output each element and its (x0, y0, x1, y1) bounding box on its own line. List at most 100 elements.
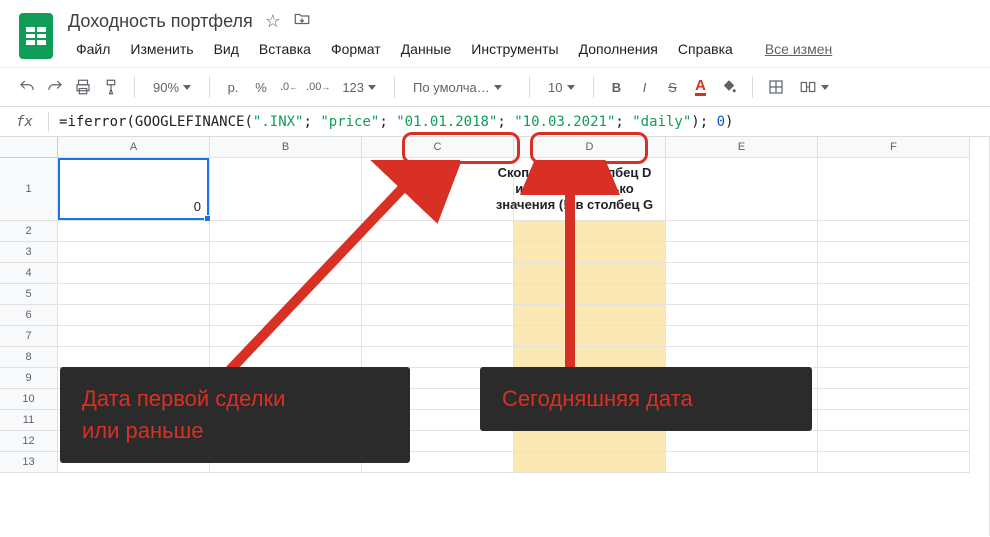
col-header-c[interactable]: C (362, 137, 514, 158)
select-all-corner[interactable] (0, 137, 58, 158)
increase-decimal-button[interactable]: .00→ (306, 74, 330, 100)
cell[interactable] (818, 452, 970, 473)
row-header-7[interactable]: 7 (0, 326, 58, 347)
row-header-8[interactable]: 8 (0, 347, 58, 368)
menu-file[interactable]: Файл (68, 37, 118, 61)
cell[interactable] (666, 263, 818, 284)
cell[interactable] (818, 368, 970, 389)
formula-input[interactable]: =iferror(GOOGLEFINANCE(".INX"; "price"; … (59, 114, 974, 130)
menu-tools[interactable]: Инструменты (463, 37, 566, 61)
cell[interactable] (514, 431, 666, 452)
font-name: По умолча… (413, 80, 490, 95)
chevron-down-icon (368, 85, 376, 90)
chevron-down-icon (183, 85, 191, 90)
paint-format-button[interactable] (100, 74, 122, 100)
star-icon[interactable]: ☆ (265, 11, 281, 32)
cell[interactable] (818, 410, 970, 431)
cell[interactable] (666, 284, 818, 305)
redo-button[interactable] (44, 74, 66, 100)
col-header-b[interactable]: B (210, 137, 362, 158)
spreadsheet-grid[interactable]: A B C D E F 1 2 3 4 5 6 7 8 9 10 11 12 1… (0, 137, 990, 536)
row-header-13[interactable]: 13 (0, 452, 58, 473)
cell-e1[interactable] (666, 158, 818, 221)
font-dropdown[interactable]: По умолча… (407, 80, 517, 95)
cell[interactable] (818, 389, 970, 410)
number-format-dropdown[interactable]: 123 (336, 80, 382, 95)
row-header-3[interactable]: 3 (0, 242, 58, 263)
cell[interactable] (58, 242, 210, 263)
menu-data[interactable]: Данные (393, 37, 460, 61)
col-header-e[interactable]: E (666, 137, 818, 158)
document-title[interactable]: Доходность портфеля (68, 11, 253, 32)
cell[interactable] (818, 263, 970, 284)
text-color-button[interactable]: A (690, 74, 712, 100)
cell[interactable] (818, 347, 970, 368)
fill-color-button[interactable] (718, 74, 740, 100)
all-changes-link[interactable]: Все измен (757, 37, 840, 61)
cell[interactable] (666, 326, 818, 347)
col-header-f[interactable]: F (818, 137, 970, 158)
menu-insert[interactable]: Вставка (251, 37, 319, 61)
cell[interactable] (818, 431, 970, 452)
currency-button[interactable]: р. (222, 74, 244, 100)
cell[interactable] (58, 347, 210, 368)
annotation-callout: Дата первой сделки или раньше (60, 367, 410, 463)
cell[interactable] (58, 305, 210, 326)
menu-help[interactable]: Справка (670, 37, 741, 61)
chevron-down-icon (494, 85, 502, 90)
cell[interactable] (818, 284, 970, 305)
cell[interactable] (818, 221, 970, 242)
annotation-callout: Сегодняшняя дата (480, 367, 812, 431)
cell[interactable] (666, 431, 818, 452)
cell[interactable] (58, 284, 210, 305)
cell-a1[interactable]: 0 (58, 158, 210, 221)
cell[interactable] (666, 221, 818, 242)
menu-edit[interactable]: Изменить (122, 37, 201, 61)
font-size-dropdown[interactable]: 10 (542, 80, 580, 95)
annotation-arrow (200, 160, 460, 390)
zoom-dropdown[interactable]: 90% (147, 80, 197, 95)
cell[interactable] (818, 305, 970, 326)
decrease-decimal-button[interactable]: .0← (278, 74, 300, 100)
menu-format[interactable]: Формат (323, 37, 389, 61)
toolbar: 90% р. % .0← .00→ 123 По умолча… 10 B I … (0, 67, 990, 107)
row-header-6[interactable]: 6 (0, 305, 58, 326)
percent-button[interactable]: % (250, 74, 272, 100)
cell[interactable] (666, 242, 818, 263)
row-header-11[interactable]: 11 (0, 410, 58, 431)
cell[interactable] (58, 221, 210, 242)
cell[interactable] (666, 452, 818, 473)
row-header-4[interactable]: 4 (0, 263, 58, 284)
cell[interactable] (58, 326, 210, 347)
row-header-1[interactable]: 1 (0, 158, 58, 221)
cell[interactable] (666, 305, 818, 326)
annotation-arrow (520, 160, 660, 390)
cell[interactable] (58, 263, 210, 284)
row-header-2[interactable]: 2 (0, 221, 58, 242)
app-header: Доходность портфеля ☆ Файл Изменить Вид … (0, 0, 990, 67)
col-header-a[interactable]: A (58, 137, 210, 158)
cell[interactable] (666, 347, 818, 368)
cell-f1[interactable] (818, 158, 970, 221)
cell[interactable] (514, 452, 666, 473)
italic-button[interactable]: I (634, 74, 656, 100)
menu-addons[interactable]: Дополнения (571, 37, 666, 61)
menu-view[interactable]: Вид (206, 37, 247, 61)
fx-label: fx (16, 114, 48, 130)
borders-button[interactable] (765, 74, 787, 100)
chevron-down-icon (567, 85, 575, 90)
cell[interactable] (818, 326, 970, 347)
bold-button[interactable]: B (606, 74, 628, 100)
row-header-9[interactable]: 9 (0, 368, 58, 389)
merge-cells-button[interactable] (793, 78, 835, 96)
move-folder-icon[interactable] (293, 10, 311, 33)
print-button[interactable] (72, 74, 94, 100)
row-header-12[interactable]: 12 (0, 431, 58, 452)
row-header-5[interactable]: 5 (0, 284, 58, 305)
undo-button[interactable] (16, 74, 38, 100)
row-header-10[interactable]: 10 (0, 389, 58, 410)
font-size-value: 10 (548, 80, 562, 95)
col-header-d[interactable]: D (514, 137, 666, 158)
strike-button[interactable]: S (662, 74, 684, 100)
cell[interactable] (818, 242, 970, 263)
